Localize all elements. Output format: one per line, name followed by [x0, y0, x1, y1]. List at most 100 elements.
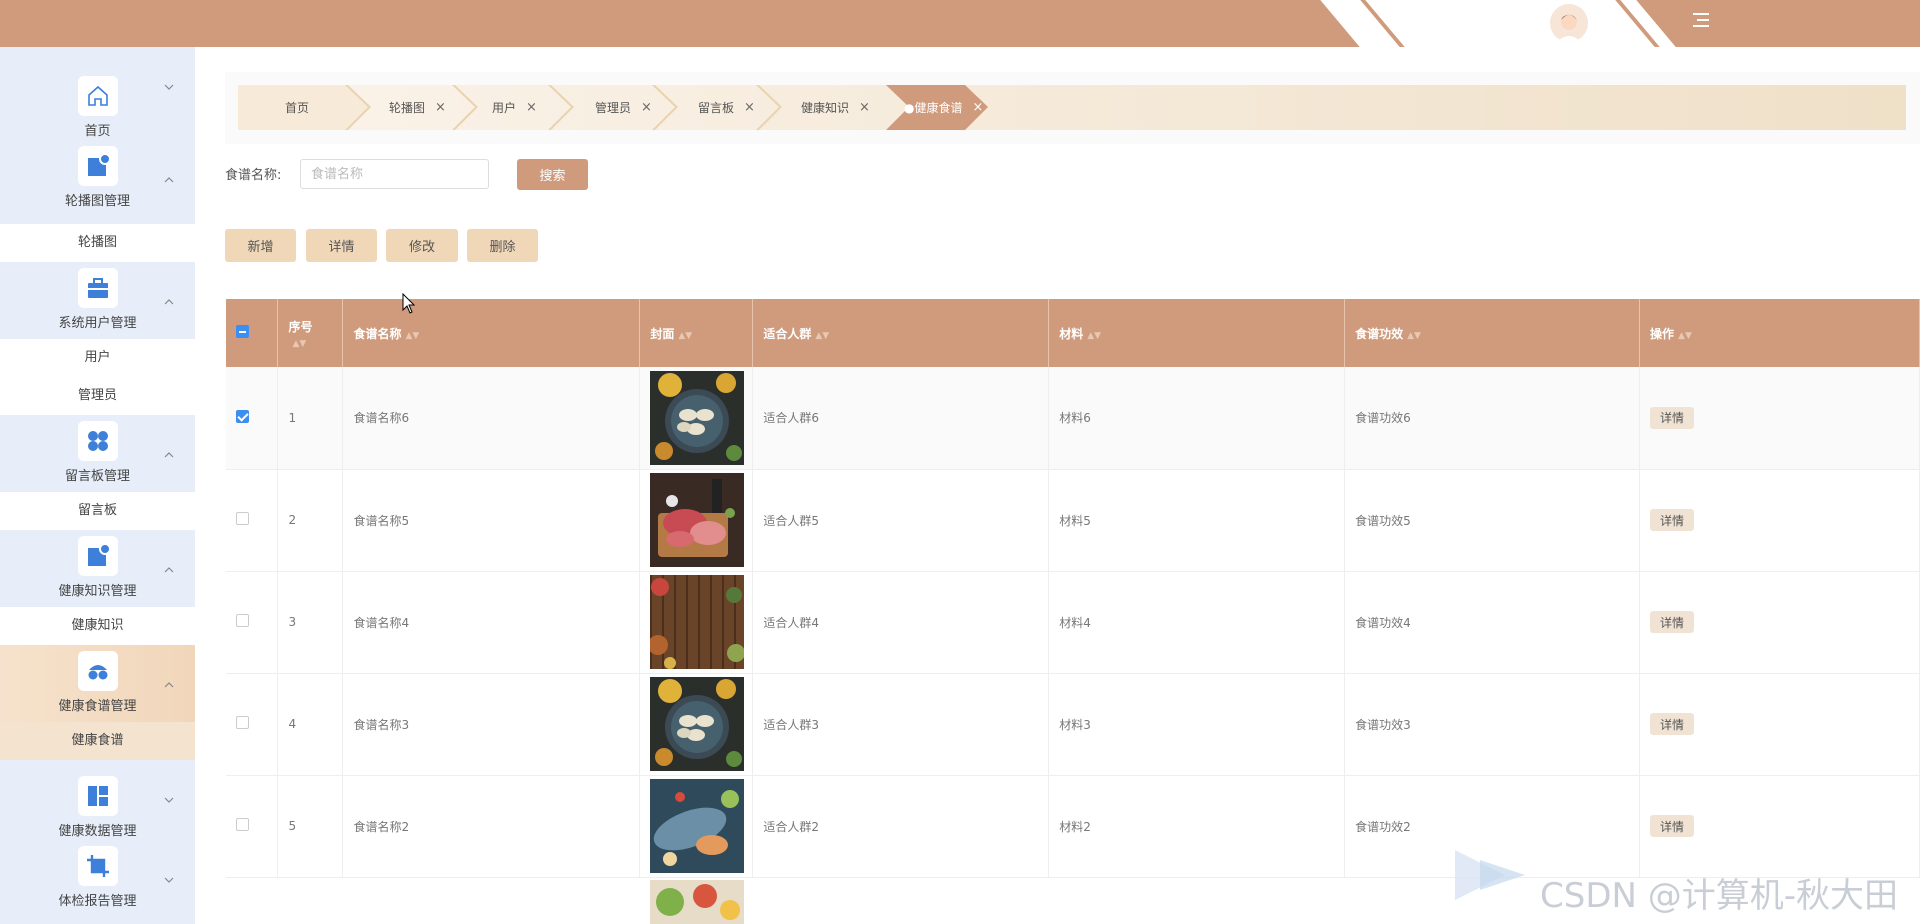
sidebar-subitem-users[interactable]: 用户 [0, 339, 195, 377]
tab-board[interactable]: 留言板 × [698, 85, 755, 130]
cover-image-salad [650, 880, 744, 924]
sidebar: 首页 轮播图管理 轮播图 系统用户管理 用户 管理员 留言板管理 留言板 健康知… [0, 47, 195, 924]
sidebar-item-data-mgmt[interactable]: 健康数据管理 [0, 760, 195, 840]
close-icon[interactable]: × [435, 100, 446, 115]
table-row[interactable]: 3 食谱名称4 适合人群4 材料4 食谱功效4 详情 [226, 571, 1920, 674]
grid-icon [77, 421, 118, 461]
chevron-up-icon [164, 299, 174, 305]
row-detail-button[interactable]: 详情 [1650, 406, 1695, 429]
csdn-logo-icon [1455, 850, 1525, 900]
sidebar-item-label: 系统用户管理 [58, 316, 137, 331]
sidebar-subitem-recipe[interactable]: 健康食谱 [0, 722, 195, 760]
cell-crowd: 适合人群4 [752, 571, 1050, 674]
row-detail-button[interactable]: 详情 [1650, 611, 1695, 633]
col-header[interactable]: 食谱名称 ▲▼ [342, 299, 641, 367]
table-row[interactable]: 1 食谱名称6 适合人群6 材料6 食谱功效6 详情 [226, 367, 1920, 470]
detail-button[interactable]: 详情 [306, 229, 377, 262]
sidebar-item-recipe-mgmt[interactable]: 健康食谱管理 [0, 645, 195, 722]
sort-icon: ▲▼ [292, 338, 307, 349]
row-detail-button[interactable]: 详情 [1650, 815, 1695, 837]
select-all-checkbox[interactable] [236, 325, 249, 338]
sidebar-subitem-board[interactable]: 留言板 [0, 492, 195, 530]
cell-name: 食谱名称5 [342, 469, 641, 572]
sidebar-subitem-knowledge[interactable]: 健康知识 [0, 607, 195, 645]
sidebar-item-carousel-mgmt[interactable]: 轮播图管理 [0, 140, 195, 224]
close-icon[interactable]: × [526, 100, 537, 115]
cell-effect: 食谱功效3 [1344, 673, 1641, 776]
select-all-cell[interactable] [226, 299, 279, 367]
chevron-up-icon [164, 177, 174, 183]
sidebar-item-home[interactable]: 首页 [0, 47, 195, 140]
tab-knowledge[interactable]: 健康知识 × [801, 85, 870, 130]
sort-icon: ▲▼ [678, 330, 693, 341]
table-row[interactable]: 2 食谱名称5 适合人群5 材料5 食谱功效5 详情 [226, 469, 1920, 572]
image-icon [77, 536, 118, 576]
menu-toggle-icon[interactable] [1690, 9, 1712, 31]
close-icon[interactable]: × [744, 100, 755, 115]
cell-effect: 食谱功效5 [1344, 469, 1641, 572]
sort-icon: ▲▼ [1678, 330, 1692, 341]
cell-name: 食谱名称6 [342, 367, 641, 470]
row-detail-button[interactable]: 详情 [1650, 713, 1695, 735]
delete-button[interactable]: 删除 [467, 229, 538, 262]
cell-cover [639, 469, 754, 572]
cell-crowd: 适合人群6 [752, 367, 1050, 470]
tab-admins[interactable]: 管理员 × [595, 85, 652, 130]
row-checkbox[interactable] [236, 716, 249, 729]
chevron-down-icon [164, 797, 174, 803]
welcome-text: 欢迎 admin [1478, 17, 1549, 32]
cell-material: 材料5 [1048, 469, 1346, 572]
cell-crowd: 适合人群5 [752, 469, 1050, 572]
sidebar-item-knowledge-mgmt[interactable]: 健康知识管理 [0, 530, 195, 607]
close-icon[interactable]: × [972, 100, 983, 115]
table-row[interactable]: 5 食谱名称2 适合人群2 材料2 食谱功效2 详情 [226, 775, 1920, 878]
cell-material: 材料6 [1048, 367, 1346, 470]
add-button[interactable]: 新增 [225, 229, 296, 262]
tab-carousel[interactable]: 轮播图 × [389, 85, 446, 130]
col-header[interactable]: 操作 ▲▼ [1639, 299, 1920, 367]
row-checkbox[interactable] [236, 614, 249, 627]
cell-cover [639, 367, 754, 470]
cell-effect: 食谱功效4 [1344, 571, 1641, 674]
close-icon[interactable]: × [859, 100, 870, 115]
chevron-down-icon [164, 877, 174, 883]
tab-users[interactable]: 用户 × [492, 85, 537, 130]
search-input[interactable] [300, 159, 489, 189]
cell-cover [639, 673, 754, 776]
recipe-table: 序号 ▲▼ 食谱名称 ▲▼ 封面 ▲▼ 适合人群 ▲▼ 材料 ▲▼ 食谱功效 ▲▼ 操作 ▲▼… [226, 299, 1920, 878]
tab-home[interactable]: 首页 [285, 85, 309, 130]
cover-image-meat [650, 473, 745, 567]
chevron-up-icon [164, 452, 174, 458]
edit-button[interactable]: 修改 [386, 229, 458, 262]
sort-icon: ▲▼ [815, 330, 830, 341]
col-header[interactable]: 材料 ▲▼ [1048, 299, 1346, 367]
search-button[interactable]: 搜索 [517, 159, 588, 190]
sidebar-item-users-mgmt[interactable]: 系统用户管理 [0, 262, 195, 339]
sidebar-subitem-admins[interactable]: 管理员 [0, 377, 195, 415]
sidebar-item-report-mgmt[interactable]: 体检报告管理 [0, 840, 195, 920]
cover-image-table [650, 575, 745, 669]
close-icon[interactable]: × [641, 100, 652, 115]
sidebar-item-board-mgmt[interactable]: 留言板管理 [0, 415, 195, 492]
col-header[interactable]: 序号 ▲▼ [277, 299, 344, 367]
chevron-down-icon[interactable] [1596, 14, 1610, 28]
row-checkbox[interactable] [236, 512, 249, 525]
col-header[interactable]: 食谱功效 ▲▼ [1344, 299, 1641, 367]
cover-image-dumplings [650, 677, 745, 771]
sidebar-item-label: 健康数据管理 [58, 824, 137, 839]
row-checkbox[interactable] [236, 818, 249, 831]
avatar[interactable] [1550, 4, 1588, 42]
cell-material: 材料4 [1048, 571, 1346, 674]
layout-icon [77, 776, 118, 816]
sort-icon: ▲▼ [405, 330, 420, 341]
watermark-text: CSDN @计算机-秋大田 [1540, 876, 1899, 916]
tab-recipe[interactable]: ●健康食谱 × [904, 85, 983, 130]
col-header[interactable]: 适合人群 ▲▼ [752, 299, 1050, 367]
col-header[interactable]: 封面 ▲▼ [639, 299, 754, 367]
home-icon [77, 76, 118, 116]
sidebar-item-label: 轮播图管理 [64, 194, 130, 209]
sidebar-subitem-carousel[interactable]: 轮播图 [0, 224, 195, 262]
table-row[interactable]: 4 食谱名称3 适合人群3 材料3 食谱功效3 详情 [226, 673, 1920, 776]
row-checkbox[interactable] [236, 409, 249, 423]
row-detail-button[interactable]: 详情 [1650, 509, 1695, 531]
